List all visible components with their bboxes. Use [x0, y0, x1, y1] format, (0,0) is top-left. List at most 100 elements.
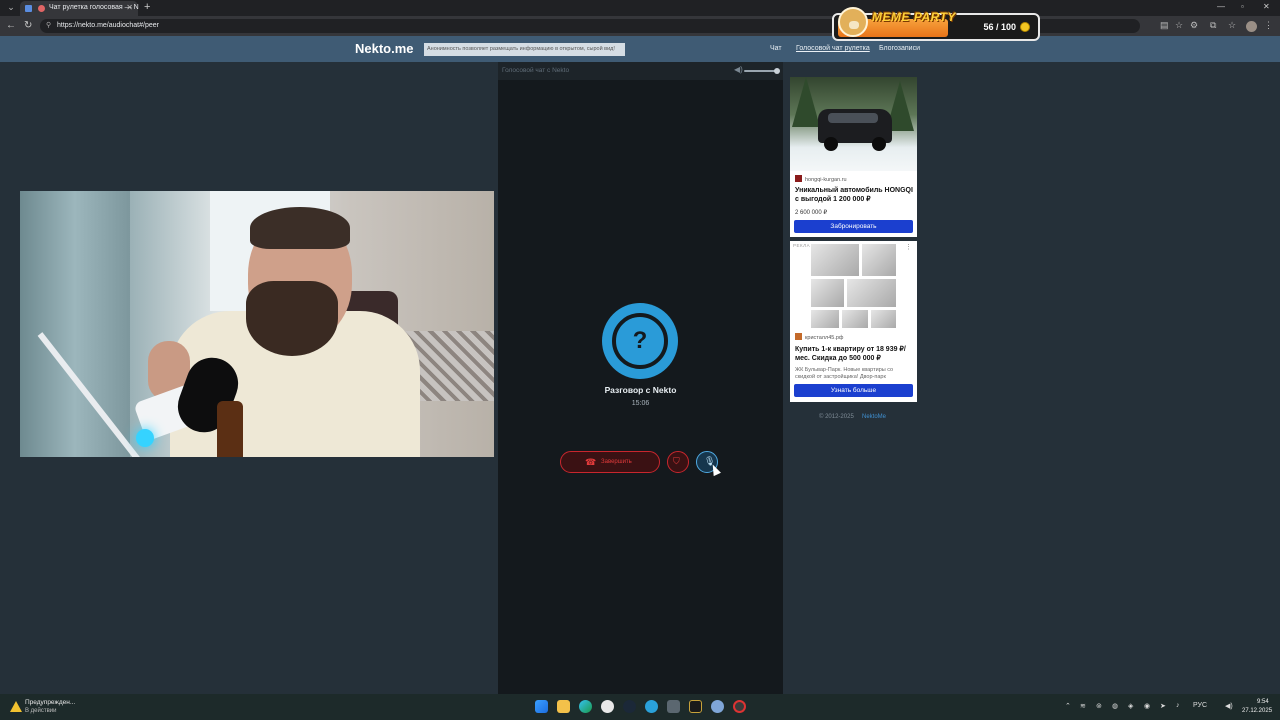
apartment-photo	[810, 243, 860, 277]
clock-date[interactable]: 27.12.2025	[1242, 708, 1272, 714]
avatar-ring: ?	[612, 313, 668, 369]
nav-blog[interactable]: Блогозаписи	[879, 45, 920, 52]
extensions-puzzle-icon[interactable]: ⧉	[1210, 20, 1216, 31]
video-bottle	[217, 401, 243, 457]
ad-source-text: hongqi-kurgan.ru	[805, 177, 847, 183]
windows-taskbar: Предупрежден... В действии ⌃ ≋ ⊚ ◍ ◈ ◉ ➤…	[0, 694, 1280, 720]
ad-description: ЖК Бульвар-Парк. Новые квартиры со скидк…	[795, 367, 894, 380]
settings-icon[interactable]	[667, 700, 680, 713]
ad-cta-button[interactable]: Узнать больше	[794, 384, 913, 397]
ad-favicon-icon	[795, 175, 802, 182]
apartment-photo	[841, 309, 869, 329]
tray-app-icon[interactable]: ≋	[1080, 702, 1086, 710]
notification-subtitle: В действии	[25, 708, 57, 714]
doge-icon	[838, 7, 868, 37]
browser-menu-icon[interactable]: ⋮	[1264, 20, 1273, 31]
window-close-icon[interactable]: ✕	[1263, 2, 1270, 11]
site-info-icon[interactable]: ⚲	[46, 21, 51, 29]
tray-steam-icon[interactable]: ◍	[1112, 702, 1118, 710]
apartment-photo	[810, 309, 840, 329]
panel-title: Голосовой чат с Nekto	[502, 67, 570, 74]
clock-time[interactable]: 9:54	[1257, 699, 1269, 705]
back-icon[interactable]: ←	[6, 20, 16, 31]
tray-chevron-icon[interactable]: ⌃	[1065, 702, 1071, 710]
apartment-photo	[870, 309, 897, 329]
nav-voice-chat[interactable]: Голосовой чат рулетка	[796, 45, 870, 52]
start-windows-icon[interactable]	[535, 700, 548, 713]
file-explorer-icon[interactable]	[557, 700, 570, 713]
tray-mic-icon[interactable]: ♪	[1176, 702, 1180, 709]
end-call-label: Завершить	[601, 459, 632, 465]
ad-card-apartment[interactable]: РЕКЛАМА ⋮ кристалл45.рф Купить 1-к кварт…	[790, 241, 917, 402]
reload-icon[interactable]: ↻	[24, 20, 32, 31]
video-curtain	[20, 191, 130, 457]
tab-search-icon[interactable]: ⌄	[4, 2, 18, 14]
notification-title[interactable]: Предупрежден...	[25, 699, 75, 706]
browser-tabstrip: ⌄ Чат рулетка голосовая — N ✕ + — ▫ ✕	[0, 0, 1280, 16]
browser-toolbar: ← ↻ ⚲ https://nekto.me/audiochat#/peer ▤…	[0, 16, 1280, 36]
url-text: https://nekto.me/audiochat#/peer	[57, 22, 159, 29]
yandex-browser-icon[interactable]	[601, 700, 614, 713]
footer-link[interactable]: NektoMe	[862, 414, 886, 420]
apartment-photo	[846, 278, 897, 308]
end-call-button[interactable]: ☎ Завершить	[560, 451, 660, 473]
meme-party-widget: MEME PARTY 56 / 100	[832, 7, 1040, 41]
tray-app4-icon[interactable]: ◉	[1144, 702, 1150, 710]
volume-tray-icon[interactable]: ◀)	[1225, 702, 1233, 710]
nav-chat[interactable]: Чат	[770, 45, 782, 52]
ad-card-car[interactable]: hongqi-kurgan.ru Уникальный автомобиль H…	[790, 77, 917, 237]
browser-tab[interactable]: Чат рулетка голосовая — N ✕	[20, 1, 139, 16]
favorites-icon[interactable]: ☆	[1228, 20, 1236, 31]
apartment-photo	[810, 278, 845, 308]
ad-headline[interactable]: Уникальный автомобиль HONGQI с выгодой 1…	[795, 186, 913, 204]
apartment-photo	[861, 243, 897, 277]
extension-icon[interactable]: ⚙	[1190, 20, 1198, 31]
copyright: © 2012-2025	[819, 414, 854, 420]
ad-car-image	[790, 77, 917, 171]
steam-icon[interactable]	[623, 700, 636, 713]
page: Nekto.me Анонимность позволяет размещать…	[0, 36, 1280, 694]
reader-icon[interactable]: ▤	[1160, 20, 1169, 31]
app-icon[interactable]	[689, 700, 702, 713]
bookmark-star-icon[interactable]: ☆	[1175, 20, 1183, 31]
ad-cta-button[interactable]: Забронировать	[794, 220, 913, 233]
anonymity-notice: Анонимность позволяет размещать информац…	[424, 43, 625, 56]
call-timer: 15:06	[631, 400, 650, 407]
ad-price: 2 600 000 ₽	[795, 210, 828, 216]
report-button[interactable]: ⛉	[667, 451, 689, 473]
edge-icon[interactable]	[579, 700, 592, 713]
telegram-icon[interactable]	[645, 700, 658, 713]
site-header: Nekto.me Анонимность позволяет размещать…	[0, 36, 1280, 62]
volume-slider[interactable]	[744, 70, 778, 72]
shield-icon: ⛉	[673, 456, 680, 466]
peer-avatar: ?	[602, 303, 678, 379]
voice-chat-panel: Голосовой чат с Nekto ◀) ? Разговор с Ne…	[498, 62, 783, 694]
app2-icon[interactable]	[711, 700, 724, 713]
maximize-icon[interactable]: ▫	[1241, 2, 1244, 11]
site-logo[interactable]: Nekto.me	[355, 41, 414, 56]
video-light	[136, 429, 154, 447]
ad-photo-gallery	[810, 243, 897, 329]
tab-close-icon[interactable]: ✕	[126, 3, 133, 12]
tray-app2-icon[interactable]: ⊚	[1096, 702, 1102, 710]
ad-headline[interactable]: Купить 1-к квартиру от 18 939 ₽/мес. Ски…	[795, 345, 913, 363]
audio-playing-icon	[38, 5, 45, 12]
language-indicator[interactable]: РУС	[1193, 702, 1207, 709]
car-wheel	[872, 137, 886, 151]
question-mark-icon: ?	[632, 327, 648, 354]
conversation-title: Разговор с Nekto	[604, 385, 677, 395]
new-tab-icon[interactable]: +	[144, 1, 150, 13]
volume-slider-handle[interactable]	[774, 68, 780, 74]
tray-telegram-icon[interactable]: ➤	[1160, 702, 1166, 710]
screen: ⌄ Чат рулетка голосовая — N ✕ + — ▫ ✕ ← …	[0, 0, 1280, 720]
ad-source: кристалл45.рф	[795, 333, 843, 341]
video-person-beard	[246, 281, 338, 356]
ad-menu-icon[interactable]: ⋮	[905, 243, 912, 251]
tray-app3-icon[interactable]: ◈	[1128, 702, 1133, 710]
meme-party-title: MEME PARTY	[872, 10, 956, 24]
profile-avatar[interactable]	[1246, 21, 1257, 32]
obs-icon[interactable]	[733, 700, 746, 713]
volume-icon[interactable]: ◀)	[734, 65, 743, 74]
warning-icon[interactable]	[10, 701, 22, 712]
minimize-icon[interactable]: —	[1217, 2, 1225, 11]
